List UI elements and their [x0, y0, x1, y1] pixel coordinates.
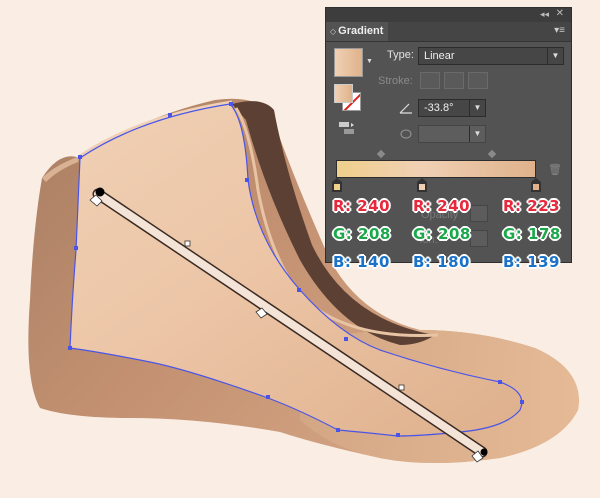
- color-stop-3[interactable]: [531, 178, 541, 192]
- trash-icon[interactable]: 🗑: [548, 163, 562, 176]
- stroke-along-button[interactable]: [444, 72, 464, 89]
- gradient-ramp[interactable]: [336, 160, 536, 178]
- midpoint-diamond[interactable]: [487, 149, 497, 159]
- stop1-b: B: 140: [333, 253, 390, 271]
- panel-menu-icon[interactable]: ▾≡: [554, 25, 565, 36]
- angle-value: -33.8°: [424, 102, 454, 114]
- stroke-within-button[interactable]: [420, 72, 440, 89]
- stroke-label: Stroke:: [378, 75, 413, 87]
- annotator-midpoint[interactable]: [398, 384, 405, 391]
- stop3-g: G: 178: [503, 225, 561, 243]
- midpoint-diamond[interactable]: [376, 149, 386, 159]
- color-stop-1[interactable]: [332, 178, 342, 192]
- collapse-icon[interactable]: ◂◂: [540, 9, 549, 20]
- close-icon[interactable]: ✕: [556, 8, 564, 19]
- chevron-down-icon: ▼: [547, 48, 563, 64]
- panel-title: Gradient: [338, 25, 384, 37]
- type-label: Type:: [387, 49, 414, 61]
- type-value: Linear: [424, 50, 455, 62]
- panel-tabrow: ◇ Gradient ▾≡: [326, 22, 571, 42]
- stop2-g: G: 208: [413, 225, 471, 243]
- gradient-swatch[interactable]: [334, 48, 363, 77]
- type-select[interactable]: Linear ▼: [418, 47, 564, 65]
- annotator-midpoint[interactable]: [184, 240, 191, 247]
- annotator-end-handle[interactable]: [480, 448, 488, 456]
- stop2-r: R: 240: [413, 197, 471, 215]
- chevron-down-icon: ▼: [469, 126, 485, 142]
- swatch-dropdown-icon[interactable]: ▼: [366, 58, 373, 65]
- angle-icon: [399, 103, 412, 114]
- stop3-r: R: 223: [503, 197, 561, 215]
- location-input[interactable]: [470, 230, 488, 247]
- opacity-input[interactable]: [470, 205, 488, 222]
- stop1-g: G: 208: [333, 225, 391, 243]
- angle-input[interactable]: -33.8° ▼: [418, 99, 486, 117]
- aspect-ratio-icon: [400, 129, 412, 139]
- reverse-gradient-icon[interactable]: [338, 120, 356, 136]
- tab-gradient[interactable]: ◇ Gradient: [326, 22, 388, 41]
- chevron-down-icon: ▼: [469, 100, 485, 116]
- annotator-origin-handle[interactable]: [95, 187, 105, 197]
- stroke-across-button[interactable]: [468, 72, 488, 89]
- panel-topbar: ◂◂ ✕: [326, 8, 571, 22]
- stop3-b: B: 139: [503, 253, 560, 271]
- aspect-ratio-input: ▼: [418, 125, 486, 143]
- tab-caret-icon: ◇: [330, 27, 337, 36]
- color-stop-2[interactable]: [417, 178, 427, 192]
- fill-swatch[interactable]: [334, 84, 353, 103]
- stop2-b: B: 180: [413, 253, 470, 271]
- stop1-r: R: 240: [333, 197, 391, 215]
